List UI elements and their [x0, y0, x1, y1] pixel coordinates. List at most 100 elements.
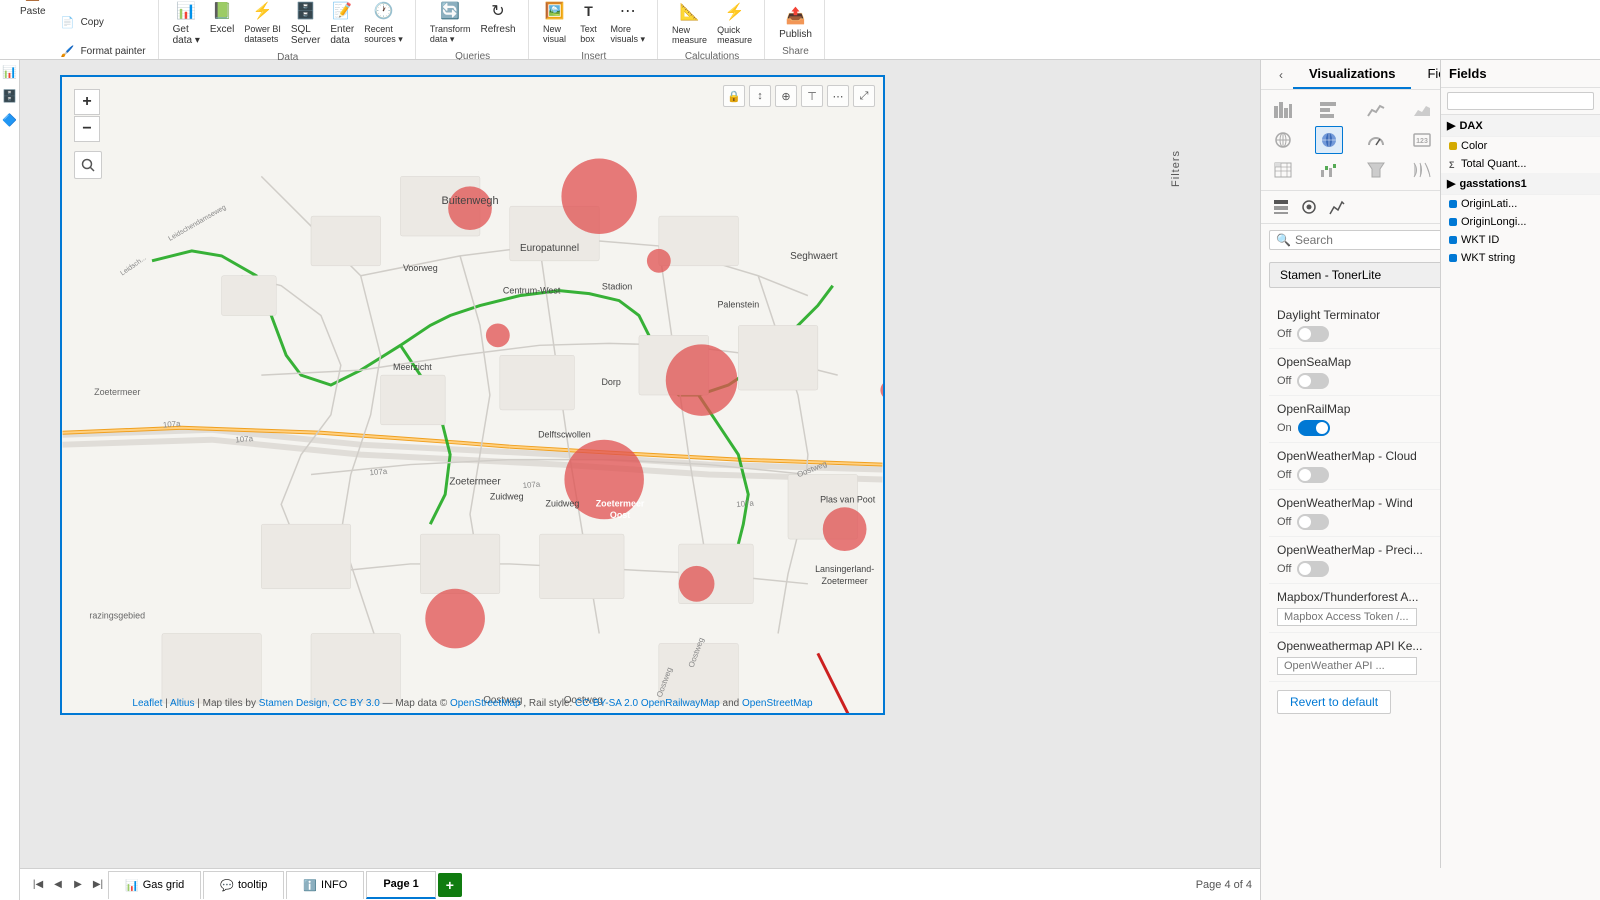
fields-dax-section-header[interactable]: ▶ DAX: [1441, 115, 1600, 137]
get-data-button[interactable]: 📊 Getdata ▾: [169, 0, 204, 48]
viz-clustered-bar-icon[interactable]: [1315, 96, 1343, 124]
color-field-label: Color: [1461, 140, 1487, 152]
layer-openrail-switch[interactable]: [1298, 420, 1330, 436]
fields-search-input[interactable]: [1447, 92, 1594, 110]
calculations-group: 📐 Newmeasure ⚡ Quickmeasure Calculations: [660, 0, 765, 59]
publish-button[interactable]: 📤 Publish: [775, 2, 816, 42]
svg-text:Palenstein: Palenstein: [717, 300, 759, 310]
cut-icon: ✂️: [56, 0, 80, 5]
svg-text:107a: 107a: [162, 419, 181, 430]
recent-sources-button[interactable]: 🕐 Recentsources ▾: [360, 0, 407, 48]
more-visuals-button[interactable]: ⋯ Morevisuals ▾: [607, 0, 650, 47]
layer-daylight-switch[interactable]: [1297, 326, 1329, 342]
fields-well-icon[interactable]: [1269, 195, 1293, 219]
owm-api-input[interactable]: [1277, 657, 1417, 675]
new-measure-button[interactable]: 📐 Newmeasure: [668, 0, 711, 47]
layer-weather-cloud-switch[interactable]: [1297, 467, 1329, 483]
viz-area-icon[interactable]: [1408, 96, 1436, 124]
revert-button[interactable]: Revert to default: [1277, 690, 1391, 714]
map-expand-button[interactable]: ⤢: [853, 85, 875, 107]
viz-line-icon[interactable]: [1362, 96, 1390, 124]
tab-tooltip[interactable]: 💬 tooltip: [203, 871, 284, 899]
excel-button[interactable]: 📗 Excel: [206, 0, 238, 48]
sidebar-report-icon[interactable]: 📊: [2, 64, 18, 80]
map-lock-button[interactable]: 🔒: [723, 85, 745, 107]
layer-opensea-switch[interactable]: [1297, 373, 1329, 389]
fields-originlongi-item[interactable]: OriginLongi...: [1441, 213, 1600, 231]
filters-label: Filters: [1170, 150, 1182, 187]
format-icon[interactable]: [1297, 195, 1321, 219]
fields-color-item[interactable]: Color: [1441, 137, 1600, 155]
map-cursor-button[interactable]: ↕: [749, 85, 771, 107]
tab-gas-grid[interactable]: 📊 Gas grid: [108, 871, 201, 899]
cut-button[interactable]: ✂️ Cut: [52, 0, 150, 7]
color-field-dot: [1449, 142, 1457, 150]
text-box-button[interactable]: T Textbox: [573, 0, 605, 47]
quick-measure-button[interactable]: ⚡ Quickmeasure: [713, 0, 756, 47]
svg-text:Seghwaert: Seghwaert: [790, 251, 838, 262]
zoom-out-button[interactable]: −: [74, 116, 100, 142]
fields-gasstations-header[interactable]: ▶ gasstations1: [1441, 173, 1600, 195]
viz-funnel-icon[interactable]: [1362, 156, 1390, 184]
tab-next-end-button[interactable]: ▶|: [88, 875, 108, 895]
map-search-button[interactable]: [74, 151, 102, 179]
wktstring-label: WKT string: [1461, 252, 1515, 264]
fields-panel-title: Fields: [1441, 60, 1600, 88]
tab-next-button[interactable]: ▶: [68, 875, 88, 895]
fields-wktid-item[interactable]: WKT ID: [1441, 231, 1600, 249]
originlongi-label: OriginLongi...: [1461, 216, 1526, 228]
viz-stacked-bar-icon[interactable]: [1269, 96, 1297, 124]
visualizations-tab[interactable]: Visualizations: [1293, 60, 1411, 89]
svg-text:Zuidweg: Zuidweg: [546, 498, 580, 508]
fields-search-wrap[interactable]: [1441, 88, 1600, 115]
svg-text:107a: 107a: [235, 434, 254, 445]
fields-originlati-item[interactable]: OriginLati...: [1441, 195, 1600, 213]
refresh-button[interactable]: ↻ Refresh: [477, 0, 520, 47]
svg-text:123: 123: [1416, 138, 1428, 145]
analytics-icon[interactable]: [1325, 195, 1349, 219]
page-info: Page 4 of 4: [1196, 879, 1252, 891]
osm-link: OpenStreetMap: [450, 698, 521, 709]
tab-prev-start-button[interactable]: |◀: [28, 875, 48, 895]
viz-map-icon[interactable]: [1269, 126, 1297, 154]
tab-page1[interactable]: Page 1: [366, 871, 435, 899]
sql-button[interactable]: 🗄️ SQLServer: [287, 0, 324, 48]
fields-overlay-panel: Fields ▶ DAX Color Σ Total Quant... ▶ ga…: [1440, 60, 1600, 868]
transform-button[interactable]: 🔄 Transformdata ▾: [426, 0, 475, 47]
layer-weather-preci-switch[interactable]: [1297, 561, 1329, 577]
svg-text:Zoetermeer: Zoetermeer: [822, 576, 868, 586]
svg-text:Europatunnel: Europatunnel: [520, 243, 579, 254]
add-tab-button[interactable]: +: [438, 873, 462, 897]
map-crosshair-button[interactable]: ⊕: [775, 85, 797, 107]
viz-ribbon-icon[interactable]: [1408, 156, 1436, 184]
layer-weather-wind-switch[interactable]: [1297, 514, 1329, 530]
mapbox-token-input[interactable]: [1277, 608, 1417, 626]
viz-waterfall-icon[interactable]: [1315, 156, 1343, 184]
left-sidebar: 📊 🗄️ 🔷: [0, 60, 20, 900]
viz-card-icon[interactable]: 123: [1408, 126, 1436, 154]
sidebar-data-icon[interactable]: 🗄️: [2, 88, 18, 104]
new-visual-label: Newvisual: [543, 24, 566, 44]
share-group: 📤 Publish Share: [767, 0, 825, 59]
enter-data-button[interactable]: 📝 Enterdata: [326, 0, 358, 48]
viz-matrix-icon[interactable]: [1269, 156, 1297, 184]
recent-sources-icon: 🕐: [372, 0, 396, 23]
viz-filled-map-icon[interactable]: [1315, 126, 1343, 154]
copy-button[interactable]: 📄 Copy: [52, 8, 150, 36]
svg-text:Plas van Poot: Plas van Poot: [820, 494, 876, 504]
paste-button[interactable]: 📋 Paste: [16, 0, 50, 65]
fields-total-item[interactable]: Σ Total Quant...: [1441, 155, 1600, 173]
map-filter-button[interactable]: ⊤: [801, 85, 823, 107]
panel-nav-left-button[interactable]: ‹: [1269, 63, 1293, 87]
new-measure-label: Newmeasure: [672, 25, 707, 45]
zoom-in-button[interactable]: +: [74, 89, 100, 115]
map-more-button[interactable]: ⋯: [827, 85, 849, 107]
tab-info[interactable]: ℹ️ INFO: [286, 871, 364, 899]
powerbi-button[interactable]: ⚡ Power BIdatasets: [240, 0, 285, 48]
sidebar-model-icon[interactable]: 🔷: [2, 112, 18, 128]
fields-wktstring-item[interactable]: WKT string: [1441, 249, 1600, 267]
new-visual-button[interactable]: 🖼️ Newvisual: [539, 0, 571, 47]
viz-gauge-icon[interactable]: [1362, 126, 1390, 154]
map-container[interactable]: Buitenwegh Europatunnel Seghwaert Voorwe…: [60, 75, 885, 715]
tab-prev-button[interactable]: ◀: [48, 875, 68, 895]
